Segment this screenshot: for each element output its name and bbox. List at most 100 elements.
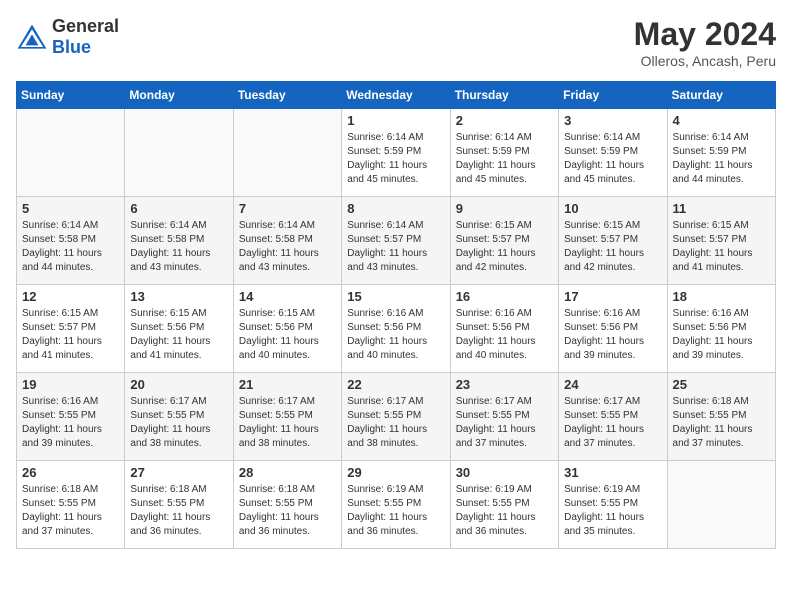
header-row: SundayMondayTuesdayWednesdayThursdayFrid… — [17, 82, 776, 109]
day-number: 1 — [347, 113, 444, 128]
day-number: 29 — [347, 465, 444, 480]
cell-info: Sunrise: 6:14 AM Sunset: 5:58 PM Dayligh… — [22, 219, 119, 275]
calendar-cell: 6 Sunrise: 6:14 AM Sunset: 5:58 PM Daylig… — [125, 197, 233, 285]
cell-info: Sunrise: 6:17 AM Sunset: 5:55 PM Dayligh… — [456, 395, 553, 451]
calendar-cell — [667, 461, 775, 549]
calendar-cell: 15Sunrise: 6:16 AM Sunset: 5:56 PM Dayli… — [342, 285, 450, 373]
cell-info: Sunrise: 6:18 AM Sunset: 5:55 PM Dayligh… — [22, 483, 119, 539]
cell-info: Sunrise: 6:14 AM Sunset: 5:59 PM Dayligh… — [564, 131, 661, 187]
cell-info: Sunrise: 6:16 AM Sunset: 5:55 PM Dayligh… — [22, 395, 119, 451]
day-number: 2 — [456, 113, 553, 128]
week-row-4: 19 Sunrise: 6:16 AM Sunset: 5:55 PM Dayli… — [17, 373, 776, 461]
cell-info: Sunrise: 6:15 AM Sunset: 5:56 PM Dayligh… — [239, 307, 336, 363]
day-number: 20 — [130, 377, 227, 392]
calendar-cell: 25 Sunrise: 6:18 AM Sunset: 5:55 PM Dayli… — [667, 373, 775, 461]
calendar-location: Olleros, Ancash, Peru — [634, 53, 776, 69]
calendar-cell: 12 Sunrise: 6:15 AM Sunset: 5:57 PM Dayli… — [17, 285, 125, 373]
cell-info: Sunrise: 6:19 AM Sunset: 5:55 PM Dayligh… — [456, 483, 553, 539]
cell-info: Sunrise: 6:16 AM Sunset: 5:56 PM Dayligh… — [564, 307, 661, 363]
logo: General Blue — [16, 16, 119, 58]
calendar-cell — [233, 109, 341, 197]
day-number: 5 — [22, 201, 119, 216]
cell-info: Sunrise: 6:15 AM Sunset: 5:57 PM Dayligh… — [564, 219, 661, 275]
calendar-cell: 30Sunrise: 6:19 AM Sunset: 5:55 PM Dayli… — [450, 461, 558, 549]
cell-info: Sunrise: 6:18 AM Sunset: 5:55 PM Dayligh… — [673, 395, 770, 451]
logo-icon — [16, 23, 48, 51]
cell-info: Sunrise: 6:18 AM Sunset: 5:55 PM Dayligh… — [130, 483, 227, 539]
day-number: 21 — [239, 377, 336, 392]
column-header-monday: Monday — [125, 82, 233, 109]
day-number: 12 — [22, 289, 119, 304]
calendar-cell: 31Sunrise: 6:19 AM Sunset: 5:55 PM Dayli… — [559, 461, 667, 549]
calendar-cell: 7Sunrise: 6:14 AM Sunset: 5:58 PM Daylig… — [233, 197, 341, 285]
day-number: 24 — [564, 377, 661, 392]
cell-info: Sunrise: 6:17 AM Sunset: 5:55 PM Dayligh… — [130, 395, 227, 451]
cell-info: Sunrise: 6:17 AM Sunset: 5:55 PM Dayligh… — [564, 395, 661, 451]
calendar-cell: 29 Sunrise: 6:19 AM Sunset: 5:55 PM Dayli… — [342, 461, 450, 549]
calendar-cell: 13 Sunrise: 6:15 AM Sunset: 5:56 PM Dayli… — [125, 285, 233, 373]
title-block: May 2024 Olleros, Ancash, Peru — [634, 16, 776, 69]
week-row-1: 1 Sunrise: 6:14 AM Sunset: 5:59 PM Daylig… — [17, 109, 776, 197]
cell-info: Sunrise: 6:17 AM Sunset: 5:55 PM Dayligh… — [239, 395, 336, 451]
column-header-thursday: Thursday — [450, 82, 558, 109]
day-number: 17 — [564, 289, 661, 304]
day-number: 19 — [22, 377, 119, 392]
cell-info: Sunrise: 6:18 AM Sunset: 5:55 PM Dayligh… — [239, 483, 336, 539]
day-number: 8 — [347, 201, 444, 216]
day-number: 15 — [347, 289, 444, 304]
cell-info: Sunrise: 6:15 AM Sunset: 5:57 PM Dayligh… — [22, 307, 119, 363]
cell-info: Sunrise: 6:15 AM Sunset: 5:56 PM Dayligh… — [130, 307, 227, 363]
calendar-cell: 24 Sunrise: 6:17 AM Sunset: 5:55 PM Dayli… — [559, 373, 667, 461]
day-number: 28 — [239, 465, 336, 480]
calendar-cell: 4Sunrise: 6:14 AM Sunset: 5:59 PM Daylig… — [667, 109, 775, 197]
calendar-cell: 10 Sunrise: 6:15 AM Sunset: 5:57 PM Dayli… — [559, 197, 667, 285]
day-number: 16 — [456, 289, 553, 304]
calendar-cell: 1 Sunrise: 6:14 AM Sunset: 5:59 PM Daylig… — [342, 109, 450, 197]
cell-info: Sunrise: 6:17 AM Sunset: 5:55 PM Dayligh… — [347, 395, 444, 451]
calendar-cell — [17, 109, 125, 197]
day-number: 4 — [673, 113, 770, 128]
logo-general: General — [52, 16, 119, 36]
day-number: 11 — [673, 201, 770, 216]
week-row-5: 26 Sunrise: 6:18 AM Sunset: 5:55 PM Dayli… — [17, 461, 776, 549]
day-number: 27 — [130, 465, 227, 480]
calendar-cell: 5 Sunrise: 6:14 AM Sunset: 5:58 PM Daylig… — [17, 197, 125, 285]
page-header: General Blue May 2024 Olleros, Ancash, P… — [16, 16, 776, 69]
column-header-wednesday: Wednesday — [342, 82, 450, 109]
day-number: 7 — [239, 201, 336, 216]
day-number: 13 — [130, 289, 227, 304]
calendar-cell: 14Sunrise: 6:15 AM Sunset: 5:56 PM Dayli… — [233, 285, 341, 373]
day-number: 18 — [673, 289, 770, 304]
calendar-cell: 17 Sunrise: 6:16 AM Sunset: 5:56 PM Dayli… — [559, 285, 667, 373]
column-header-friday: Friday — [559, 82, 667, 109]
calendar-cell: 9 Sunrise: 6:15 AM Sunset: 5:57 PM Daylig… — [450, 197, 558, 285]
cell-info: Sunrise: 6:15 AM Sunset: 5:57 PM Dayligh… — [673, 219, 770, 275]
calendar-cell: 8 Sunrise: 6:14 AM Sunset: 5:57 PM Daylig… — [342, 197, 450, 285]
cell-info: Sunrise: 6:19 AM Sunset: 5:55 PM Dayligh… — [564, 483, 661, 539]
calendar-title: May 2024 — [634, 16, 776, 53]
cell-info: Sunrise: 6:16 AM Sunset: 5:56 PM Dayligh… — [673, 307, 770, 363]
day-number: 26 — [22, 465, 119, 480]
day-number: 9 — [456, 201, 553, 216]
day-number: 25 — [673, 377, 770, 392]
calendar-cell: 23Sunrise: 6:17 AM Sunset: 5:55 PM Dayli… — [450, 373, 558, 461]
cell-info: Sunrise: 6:14 AM Sunset: 5:57 PM Dayligh… — [347, 219, 444, 275]
day-number: 22 — [347, 377, 444, 392]
calendar-cell: 16Sunrise: 6:16 AM Sunset: 5:56 PM Dayli… — [450, 285, 558, 373]
calendar-table: SundayMondayTuesdayWednesdayThursdayFrid… — [16, 81, 776, 549]
day-number: 6 — [130, 201, 227, 216]
calendar-cell: 19 Sunrise: 6:16 AM Sunset: 5:55 PM Dayli… — [17, 373, 125, 461]
cell-info: Sunrise: 6:15 AM Sunset: 5:57 PM Dayligh… — [456, 219, 553, 275]
cell-info: Sunrise: 6:14 AM Sunset: 5:58 PM Dayligh… — [130, 219, 227, 275]
cell-info: Sunrise: 6:19 AM Sunset: 5:55 PM Dayligh… — [347, 483, 444, 539]
calendar-cell: 27 Sunrise: 6:18 AM Sunset: 5:55 PM Dayli… — [125, 461, 233, 549]
column-header-saturday: Saturday — [667, 82, 775, 109]
calendar-cell: 21 Sunrise: 6:17 AM Sunset: 5:55 PM Dayli… — [233, 373, 341, 461]
calendar-cell: 26 Sunrise: 6:18 AM Sunset: 5:55 PM Dayli… — [17, 461, 125, 549]
calendar-cell — [125, 109, 233, 197]
cell-info: Sunrise: 6:14 AM Sunset: 5:59 PM Dayligh… — [347, 131, 444, 187]
cell-info: Sunrise: 6:14 AM Sunset: 5:59 PM Dayligh… — [456, 131, 553, 187]
day-number: 10 — [564, 201, 661, 216]
logo-blue: Blue — [52, 37, 91, 57]
calendar-cell: 11 Sunrise: 6:15 AM Sunset: 5:57 PM Dayli… — [667, 197, 775, 285]
